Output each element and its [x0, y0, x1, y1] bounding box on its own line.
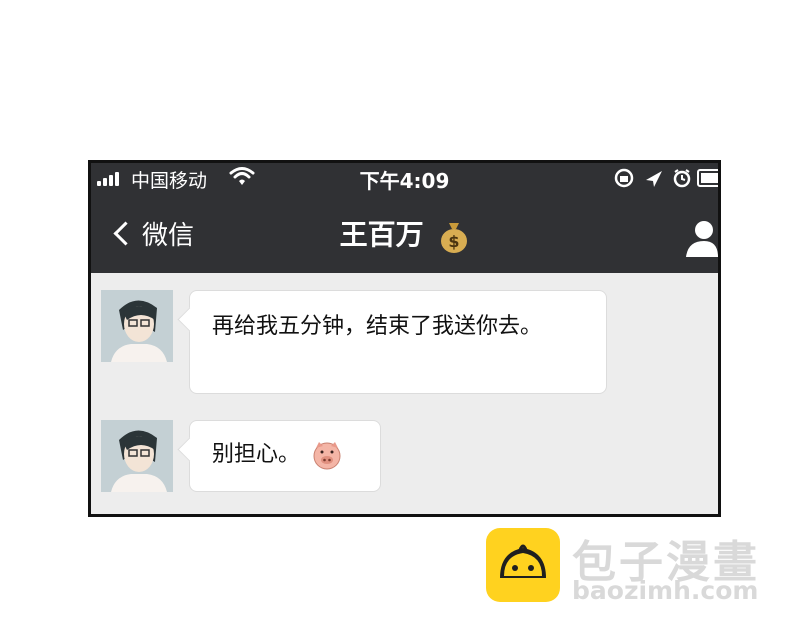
money-bag-icon: $	[441, 223, 468, 253]
status-bar: 中国移动 下午4:09	[91, 163, 718, 193]
chat-header: 微信 王百万 $	[91, 193, 718, 273]
message-bubble[interactable]: 再给我五分钟，结束了我送你去。	[189, 290, 607, 394]
svg-text:$: $	[449, 232, 460, 251]
watermark-url: baozimh.com	[572, 576, 759, 605]
pig-face-icon	[313, 442, 341, 470]
rotation-lock-icon	[614, 168, 634, 188]
phone-screen: 中国移动 下午4:09 微信 王百万 $ 再给我五分钟，结束了我送你去。 别担心…	[88, 160, 721, 517]
chat-title: 王百万 $	[91, 213, 718, 253]
watermark: 包子漫畫 baozimh.com	[486, 524, 786, 608]
chat-title-text: 王百万	[339, 218, 424, 251]
avatar[interactable]	[101, 290, 173, 362]
avatar[interactable]	[101, 420, 173, 492]
avatar-illustration	[101, 420, 173, 492]
alarm-clock-icon	[673, 169, 691, 188]
battery-icon	[697, 169, 718, 187]
avatar-illustration	[101, 290, 173, 362]
contact-info-icon[interactable]	[684, 219, 718, 257]
message-bubble[interactable]: 别担心。	[189, 420, 381, 492]
bun-logo-icon	[486, 528, 560, 602]
message-text: 再给我五分钟，结束了我送你去。	[212, 314, 543, 339]
location-arrow-icon	[646, 171, 662, 187]
message-text: 别担心。	[212, 442, 301, 467]
status-right-icons	[614, 168, 718, 188]
